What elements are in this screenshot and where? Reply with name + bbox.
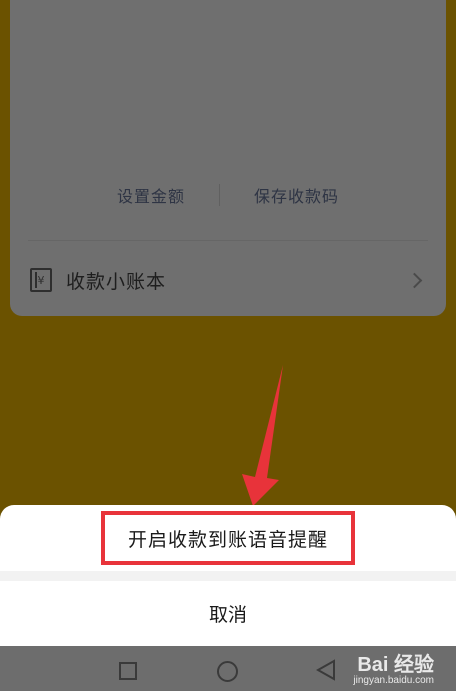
- annotation-highlight-box: 开启收款到账语音提醒: [101, 511, 355, 565]
- home-icon[interactable]: [217, 661, 238, 682]
- ledger-icon: ¥: [30, 268, 52, 292]
- set-amount-button[interactable]: 设置金额: [83, 183, 219, 207]
- watermark-url: jingyan.baidu.com: [353, 675, 434, 686]
- card-divider: [28, 240, 428, 241]
- watermark-main: Bai 经验: [357, 654, 434, 676]
- ledger-label: 收款小账本: [66, 270, 167, 293]
- enable-voice-reminder-option[interactable]: 开启收款到账语音提醒: [0, 505, 456, 571]
- action-sheet: 开启收款到账语音提醒 取消: [0, 505, 456, 646]
- sheet-separator: [0, 571, 456, 581]
- save-qr-code-button[interactable]: 保存收款码: [220, 183, 373, 207]
- cancel-button[interactable]: 取消: [0, 581, 456, 646]
- enable-voice-reminder-label: 开启收款到账语音提醒: [127, 528, 328, 551]
- chevron-right-icon: [406, 272, 423, 288]
- navigation-bar: Bai 经验 jingyan.baidu.com: [0, 646, 456, 691]
- back-icon[interactable]: [316, 659, 336, 681]
- card-actions: 设置金额 保存收款码: [10, 180, 446, 210]
- ledger-row[interactable]: ¥ 收款小账本: [10, 256, 446, 304]
- baidu-jingyan-watermark: Bai 经验 jingyan.baidu.com: [353, 648, 434, 686]
- recent-apps-icon[interactable]: [119, 662, 137, 680]
- collect-money-card: 设置金额 保存收款码 ¥ 收款小账本: [10, 0, 446, 316]
